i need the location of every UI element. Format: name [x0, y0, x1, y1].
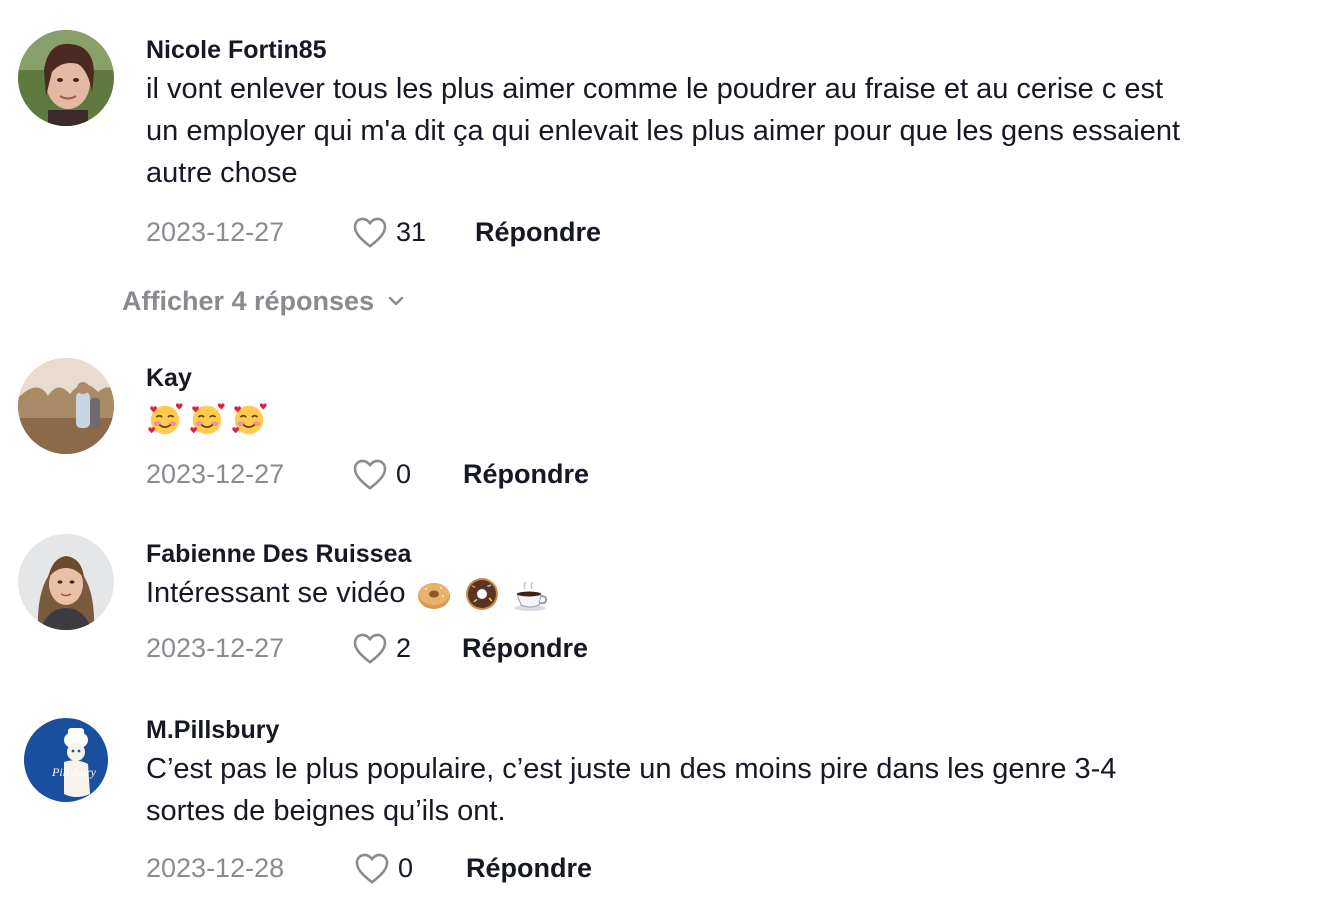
- like-count: 31: [396, 217, 427, 247]
- comment-text-line: il vont enlever tous les plus aimer comm…: [146, 73, 1164, 105]
- chevron-down-icon: [388, 296, 404, 306]
- avatar[interactable]: [18, 534, 114, 630]
- comment-meta: 2023-12-27 2 Répondre: [146, 628, 1328, 668]
- comment-text: il vont enlever tous les plus aimer comm…: [146, 68, 1328, 194]
- like-button[interactable]: 2: [352, 628, 411, 668]
- comment-username[interactable]: M.Pillsbury: [146, 714, 1328, 746]
- comment-text-line: un employer qui m'a dit ça qui enlevait …: [146, 115, 1181, 147]
- reply-button[interactable]: Répondre: [463, 454, 589, 494]
- heart-icon: [355, 853, 389, 884]
- comment-date: 2023-12-27: [146, 217, 285, 247]
- comment-text-line: C’est pas le plus populaire, c’est juste…: [146, 753, 1117, 785]
- like-count: 0: [396, 459, 412, 489]
- smiling-face-with-hearts-icon: [188, 400, 226, 438]
- comment-username[interactable]: Nicole Fortin85: [146, 34, 1328, 66]
- comment-date: 2023-12-27: [146, 633, 285, 664]
- doughnut-icon: [462, 574, 502, 614]
- pillsbury-logo-text: Pillsbury: [51, 765, 97, 779]
- smiling-face-with-hearts-icon: [230, 400, 268, 438]
- comment-meta: 2023-12-27 31 Répondre: [146, 212, 1328, 252]
- avatar[interactable]: Pillsbury: [18, 710, 114, 806]
- view-replies-button[interactable]: Afficher 4 réponses: [122, 282, 406, 320]
- heart-icon: [353, 634, 387, 664]
- like-count: 2: [396, 633, 412, 664]
- comment-text-line: Intéressant se vidéo: [146, 577, 406, 609]
- comment-text: C’est pas le plus populaire, c’est juste…: [146, 748, 1328, 832]
- like-button[interactable]: 31: [352, 212, 426, 252]
- comment-username[interactable]: Fabienne Des Ruissea: [146, 538, 1328, 570]
- user-photo-icon: [18, 30, 114, 126]
- like-count: 0: [398, 853, 414, 883]
- reply-button[interactable]: Répondre: [466, 848, 592, 888]
- heart-icon: [353, 217, 387, 248]
- heart-icon: [353, 459, 387, 490]
- avatar[interactable]: [18, 358, 114, 454]
- bagel-icon: [414, 574, 454, 614]
- reply-button[interactable]: Répondre: [462, 628, 588, 668]
- comment-text: Intéressant se vidéo: [146, 572, 1328, 614]
- comment-username[interactable]: Kay: [146, 362, 1328, 394]
- user-photo-icon: [18, 358, 114, 454]
- comment-meta: 2023-12-27 0 Répondre: [146, 454, 1328, 494]
- smiling-face-with-hearts-icon: [146, 400, 184, 438]
- reply-button[interactable]: Répondre: [475, 212, 601, 252]
- comment-text-line: autre chose: [146, 157, 298, 189]
- avatar[interactable]: [18, 30, 114, 126]
- comment-emojis: [146, 398, 1328, 440]
- comment-date: 2023-12-28: [146, 853, 285, 883]
- user-photo-icon: [18, 534, 114, 630]
- view-replies-label: Afficher 4 réponses: [122, 286, 375, 316]
- like-button[interactable]: 0: [352, 454, 411, 494]
- comment-date: 2023-12-27: [146, 459, 285, 489]
- hot-beverage-icon: [510, 574, 550, 614]
- comment-text-line: sortes de beignes qu’ils ont.: [146, 795, 506, 827]
- like-button[interactable]: 0: [354, 848, 413, 888]
- comment-meta: 2023-12-28 0 Répondre: [146, 848, 1328, 888]
- pillsbury-logo-icon: Pillsbury: [18, 710, 114, 806]
